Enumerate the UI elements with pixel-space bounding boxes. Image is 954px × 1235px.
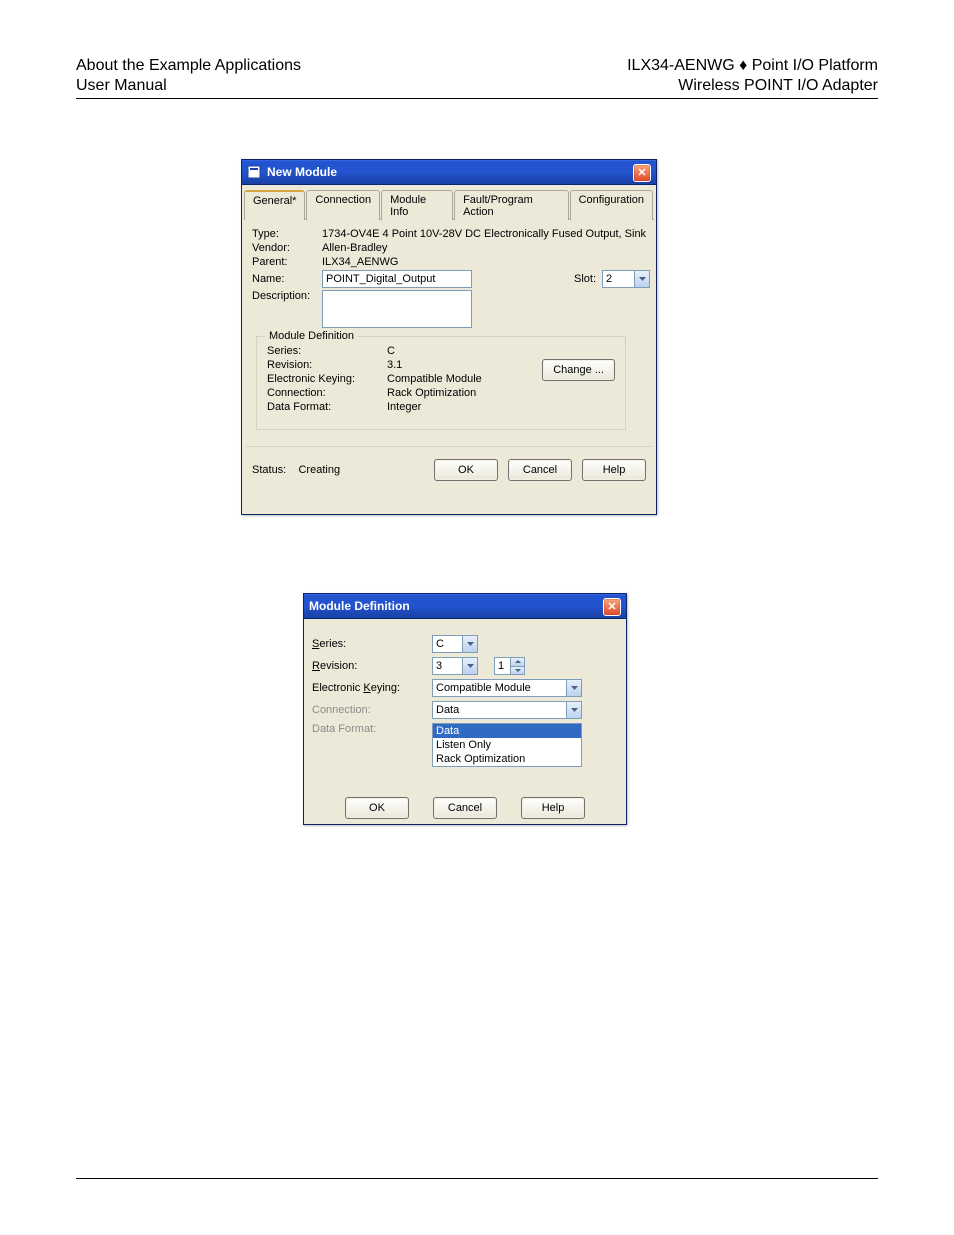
- header-left-line2: User Manual: [76, 76, 301, 96]
- vendor-label: Vendor:: [252, 242, 322, 254]
- module-definition-panel: Series: C Revision: 3 1 Electronic Ke: [304, 619, 626, 829]
- module-definition-legend: Module Definition: [265, 330, 358, 342]
- page-header: About the Example Applications User Manu…: [76, 56, 878, 99]
- md-connection-label: Connection:: [267, 387, 387, 399]
- revision-label: Revision:: [312, 660, 432, 672]
- page-footer: [76, 1178, 878, 1179]
- tab-strip: General* Connection Module Info Fault/Pr…: [244, 189, 654, 220]
- keying-select[interactable]: Compatible Module: [432, 679, 582, 697]
- tab-connection[interactable]: Connection: [306, 190, 380, 220]
- revision-minor-spinner[interactable]: 1: [494, 657, 525, 675]
- header-left-line1: About the Example Applications: [76, 56, 301, 76]
- revision-major-select[interactable]: 3: [432, 657, 478, 675]
- description-input[interactable]: [322, 290, 472, 328]
- cancel-button[interactable]: Cancel: [433, 797, 497, 819]
- slot-value: 2: [606, 273, 612, 285]
- md-dataformat-label: Data Format:: [267, 401, 387, 413]
- header-right: ILX34-AENWG ♦ Point I/O Platform Wireles…: [627, 56, 878, 96]
- parent-label: Parent:: [252, 256, 322, 268]
- md-keying-value: Compatible Module: [387, 373, 482, 385]
- chevron-down-icon: [462, 658, 477, 674]
- module-definition-dialog: Module Definition ✕ Series: C Revision: …: [303, 593, 627, 825]
- series-label: Series:: [312, 638, 432, 650]
- connection-label: Connection:: [312, 704, 432, 716]
- vendor-value: Allen-Bradley: [322, 242, 387, 254]
- tab-configuration[interactable]: Configuration: [570, 190, 653, 220]
- dataformat-option-data[interactable]: Data: [433, 724, 581, 738]
- md-keying-label: Electronic Keying:: [267, 373, 387, 385]
- status-label: Status:: [252, 464, 286, 476]
- close-icon[interactable]: ✕: [603, 598, 621, 616]
- connection-select[interactable]: Data: [432, 701, 582, 719]
- header-left: About the Example Applications User Manu…: [76, 56, 301, 96]
- revision-major-value: 3: [436, 660, 442, 672]
- status-value: Creating: [298, 464, 340, 476]
- series-value: C: [436, 638, 444, 650]
- spinner-up-icon[interactable]: [511, 658, 524, 666]
- close-icon[interactable]: ✕: [633, 164, 651, 182]
- module-definition-group: Module Definition Series:C Revision:3.1 …: [256, 336, 626, 430]
- keying-value: Compatible Module: [436, 682, 531, 694]
- description-label: Description:: [252, 290, 322, 302]
- chevron-down-icon: [566, 680, 581, 696]
- tab-general[interactable]: General*: [244, 190, 305, 220]
- help-button[interactable]: Help: [521, 797, 585, 819]
- change-button[interactable]: Change ...: [542, 359, 615, 381]
- keying-label: Electronic Keying:: [312, 682, 432, 694]
- general-tab-panel: Type: 1734-OV4E 4 Point 10V-28V DC Elect…: [242, 220, 656, 440]
- dataformat-select-open[interactable]: Data Listen Only Rack Optimization: [432, 723, 582, 767]
- type-label: Type:: [252, 228, 322, 240]
- md-dataformat-value: Integer: [387, 401, 421, 413]
- chevron-down-icon: [462, 636, 477, 652]
- ok-button[interactable]: OK: [434, 459, 498, 481]
- header-right-line2: Wireless POINT I/O Adapter: [627, 76, 878, 96]
- dialog-title: New Module: [267, 160, 337, 184]
- title-bar[interactable]: Module Definition ✕: [304, 594, 626, 619]
- chevron-down-icon: [566, 702, 581, 718]
- new-module-dialog: New Module ✕ General* Connection Module …: [241, 159, 657, 515]
- series-select[interactable]: C: [432, 635, 478, 653]
- name-label: Name:: [252, 273, 322, 285]
- revision-minor-value: 1: [495, 658, 510, 674]
- help-button[interactable]: Help: [582, 459, 646, 481]
- type-value: 1734-OV4E 4 Point 10V-28V DC Electronica…: [322, 228, 646, 240]
- name-input[interactable]: [322, 270, 472, 288]
- ok-button[interactable]: OK: [345, 797, 409, 819]
- tab-fault-action[interactable]: Fault/Program Action: [454, 190, 568, 220]
- dataformat-option-rack-opt[interactable]: Rack Optimization: [433, 752, 581, 766]
- title-bar[interactable]: New Module ✕: [242, 160, 656, 185]
- chevron-down-icon: [634, 271, 649, 287]
- dialog-title: Module Definition: [309, 594, 410, 618]
- slot-label: Slot:: [574, 273, 596, 285]
- md-revision-value: 3.1: [387, 359, 402, 371]
- separator: [246, 446, 652, 447]
- slot-select[interactable]: 2: [602, 270, 650, 288]
- parent-value: ILX34_AENWG: [322, 256, 398, 268]
- md-series-value: C: [387, 345, 395, 357]
- md-revision-label: Revision:: [267, 359, 387, 371]
- dataformat-label: Data Format:: [312, 723, 432, 735]
- status-row: Status: Creating OK Cancel Help: [242, 453, 656, 487]
- connection-value: Data: [436, 704, 459, 716]
- spinner-down-icon[interactable]: [511, 666, 524, 675]
- app-icon: [247, 165, 261, 179]
- dataformat-option-listen-only[interactable]: Listen Only: [433, 738, 581, 752]
- md-series-label: Series:: [267, 345, 387, 357]
- cancel-button[interactable]: Cancel: [508, 459, 572, 481]
- md-connection-value: Rack Optimization: [387, 387, 476, 399]
- tab-module-info[interactable]: Module Info: [381, 190, 453, 220]
- header-right-line1: ILX34-AENWG ♦ Point I/O Platform: [627, 56, 878, 76]
